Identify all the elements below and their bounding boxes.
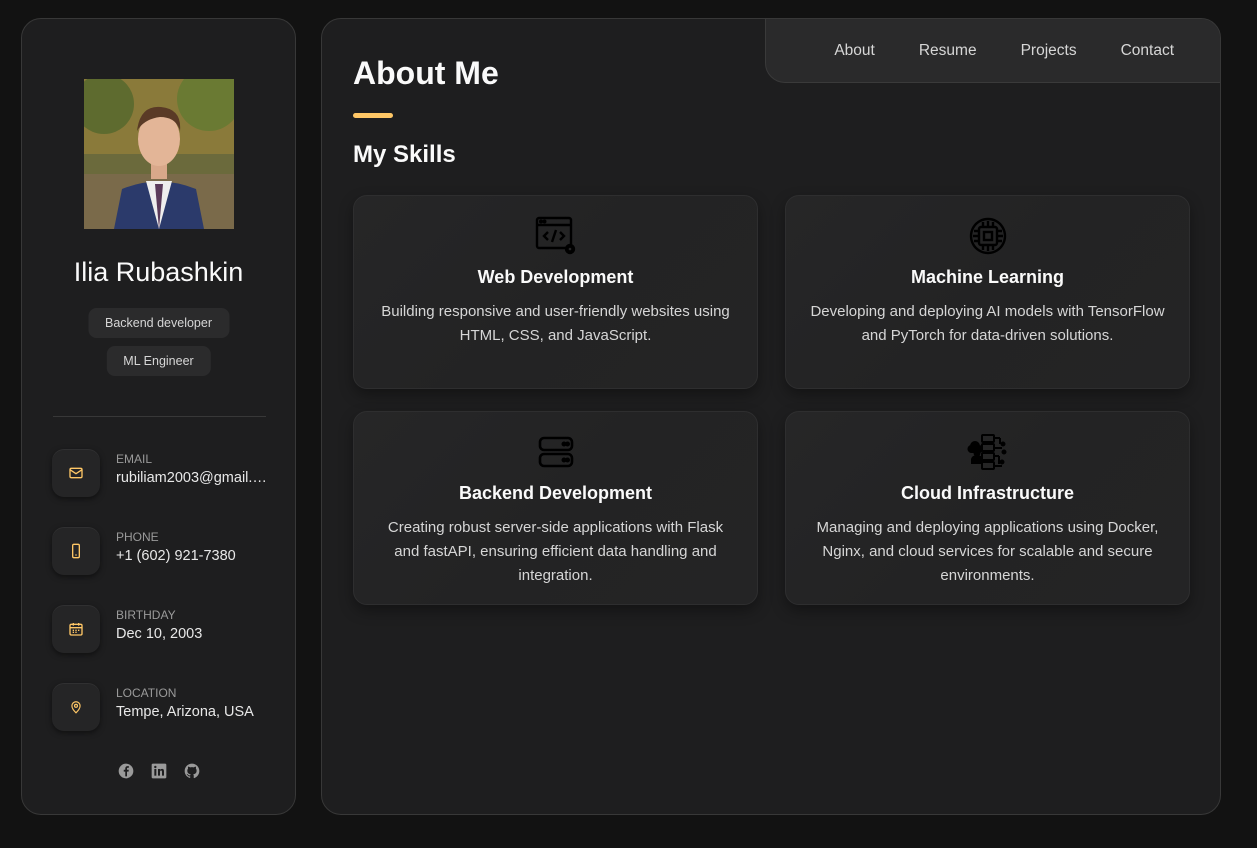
main-panel: About Resume Projects Contact About Me M… — [321, 18, 1221, 815]
location-pin-icon — [52, 683, 100, 731]
contact-title: Birthday — [116, 608, 176, 622]
email-link[interactable]: rubiliam2003@gmail.com — [116, 470, 271, 486]
contact-title: Phone — [116, 530, 159, 544]
skill-card-cloud: Cloud Infrastructure Managing and deploy… — [785, 411, 1190, 605]
skill-description: Managing and deploying applications usin… — [816, 519, 1159, 584]
chip-icon — [967, 216, 1009, 256]
skill-description: Creating robust server-side applications… — [387, 519, 724, 584]
nav-resume[interactable]: Resume — [919, 42, 977, 60]
nav-about[interactable]: About — [834, 42, 875, 60]
navbar: About Resume Projects Contact — [765, 19, 1220, 83]
skill-card-ml: Machine Learning Developing and deployin… — [785, 195, 1190, 389]
birthday-value: Dec 10, 2003 — [116, 626, 203, 642]
contact-title: Email — [116, 452, 153, 466]
skill-title: Machine Learning — [910, 267, 1065, 287]
contact-phone: Phone +1 (602) 921-7380 — [52, 527, 272, 575]
cloud-infrastructure-icon — [966, 432, 1009, 472]
profile-name: Ilia Rubashkin — [73, 257, 244, 287]
title-badge-ml: ML Engineer — [106, 346, 211, 376]
skill-title: Backend Development — [458, 483, 653, 503]
social-links — [22, 763, 295, 779]
sidebar: Ilia Rubashkin Backend developer ML Engi… — [21, 18, 296, 815]
contact-email: Email rubiliam2003@gmail.com — [52, 449, 272, 497]
nav-contact[interactable]: Contact — [1121, 42, 1174, 60]
github-icon[interactable] — [184, 763, 200, 779]
calendar-icon — [52, 605, 100, 653]
contact-location: Location Tempe, Arizona, USA — [52, 683, 272, 731]
contact-birthday: Birthday Dec 10, 2003 — [52, 605, 272, 653]
skills-title: My Skills — [353, 141, 456, 168]
location-value: Tempe, Arizona, USA — [116, 704, 254, 720]
phone-link[interactable]: +1 (602) 921-7380 — [116, 548, 271, 564]
code-window-icon — [535, 216, 577, 256]
server-icon — [535, 432, 577, 472]
skill-card-web: Web Development Building responsive and … — [353, 195, 758, 389]
phone-icon — [52, 527, 100, 575]
contact-title: Location — [116, 686, 177, 700]
skill-title: Web Development — [477, 267, 634, 287]
avatar — [84, 79, 234, 229]
skill-card-backend: Backend Development Creating robust serv… — [353, 411, 758, 605]
title-underline — [353, 113, 393, 118]
skill-title: Cloud Infrastructure — [900, 483, 1074, 503]
skill-description: Developing and deploying AI models with … — [810, 303, 1165, 344]
skill-description: Building responsive and user-friendly we… — [381, 303, 730, 344]
separator — [53, 416, 266, 417]
facebook-icon[interactable] — [118, 763, 134, 779]
linkedin-icon[interactable] — [151, 763, 167, 779]
title-badge-backend: Backend developer — [87, 308, 230, 338]
mail-icon — [52, 449, 100, 497]
page-title: About Me — [353, 55, 499, 91]
nav-projects[interactable]: Projects — [1021, 42, 1077, 60]
